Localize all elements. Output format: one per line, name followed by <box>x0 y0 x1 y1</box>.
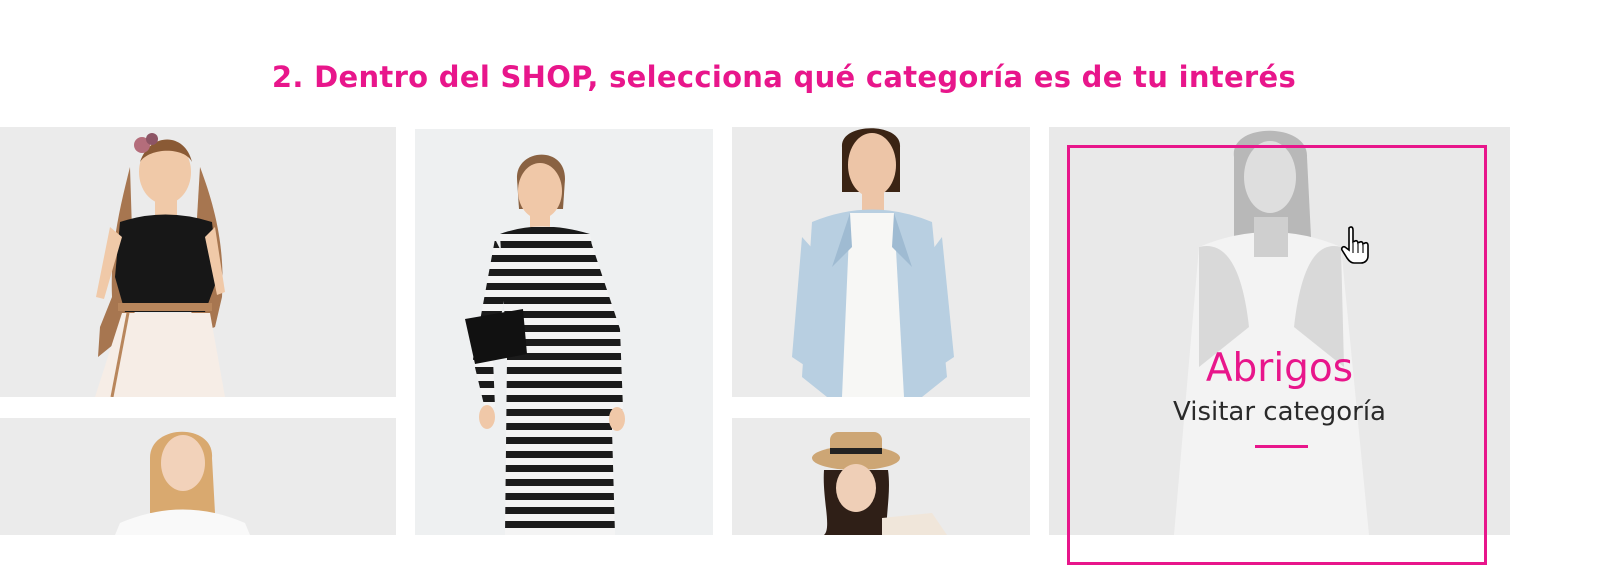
step-heading: 2. Dentro del SHOP, selecciona qué categ… <box>0 60 1568 94</box>
product-image-5 <box>732 418 1030 535</box>
hand-pointer-icon <box>1340 226 1369 264</box>
category-tile-4[interactable] <box>0 418 396 535</box>
category-tile-3[interactable] <box>732 127 1030 397</box>
product-image-1 <box>0 127 396 397</box>
product-image-2 <box>415 129 713 535</box>
product-image-3 <box>732 127 1030 397</box>
step-number: 2. <box>271 60 304 95</box>
category-tile-1[interactable] <box>0 127 396 397</box>
category-tile-5[interactable] <box>732 418 1030 535</box>
category-title[interactable]: Abrigos <box>1049 346 1510 391</box>
category-tile-2[interactable] <box>415 129 713 535</box>
visit-category-link[interactable]: Visitar categoría <box>1049 397 1510 427</box>
category-underline <box>1255 445 1308 448</box>
product-image-4 <box>0 418 396 535</box>
step-text: Dentro del SHOP, selecciona qué categorí… <box>314 60 1297 95</box>
